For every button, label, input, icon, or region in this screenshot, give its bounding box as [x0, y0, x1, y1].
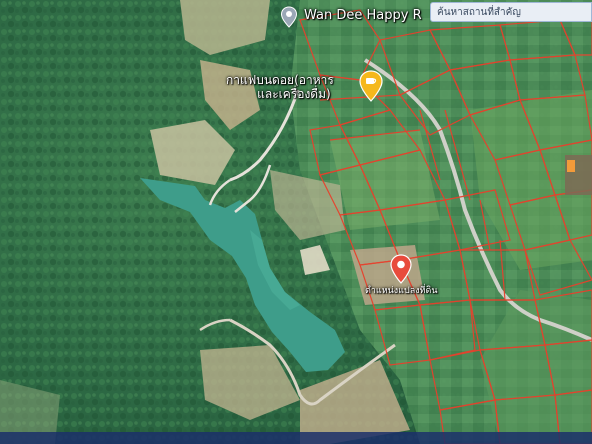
satellite-imagery	[0, 0, 592, 444]
cafe-label-line2: และเครื่องดื่ม)	[257, 86, 331, 101]
resort-label[interactable]: Wan Dee Happy R	[304, 8, 422, 24]
location-pin-icon[interactable]	[389, 254, 413, 284]
cafe-pin-icon[interactable]	[358, 70, 384, 102]
bottom-bar	[0, 432, 592, 444]
plot-label[interactable]: ตำแหน่งแปลงที่ดิน	[365, 286, 438, 296]
search-input[interactable]	[430, 2, 592, 22]
map-view[interactable]: Wan Dee Happy R กาแฟบนดอย(อาหาร และเครื่…	[0, 0, 592, 444]
location-pin-icon[interactable]	[280, 6, 298, 28]
cafe-label[interactable]: กาแฟบนดอย(อาหาร และเครื่องดื่ม)	[226, 73, 334, 102]
cafe-label-line1: กาแฟบนดอย(อาหาร	[226, 73, 334, 87]
